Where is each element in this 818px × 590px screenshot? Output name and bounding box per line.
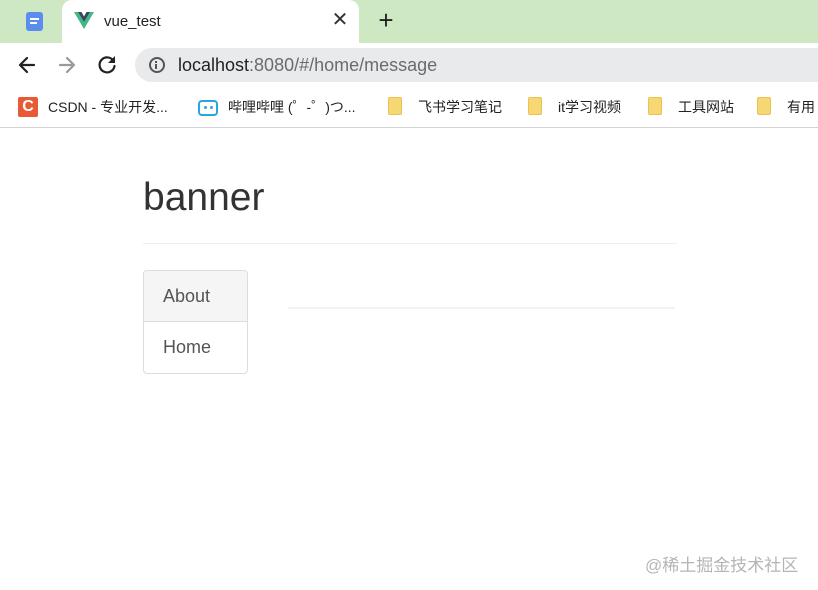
tab-docs[interactable] xyxy=(0,0,62,43)
arrow-right-icon xyxy=(58,56,76,74)
header-divider xyxy=(143,243,677,244)
bookmark-label: 有用 xyxy=(787,99,815,115)
bookmark-feishu-notes[interactable]: 飞书学习笔记 xyxy=(388,96,513,118)
bookmark-bilibili[interactable]: 哔哩哔哩 (゜-゜)つ... xyxy=(198,96,378,118)
page-header: banner xyxy=(143,176,265,219)
bookmark-label: 哔哩哔哩 (゜-゜)つ... xyxy=(228,99,356,115)
url-host: localhost xyxy=(178,55,250,75)
address-bar[interactable]: localhost:8080/#/home/message xyxy=(135,48,818,82)
back-button[interactable] xyxy=(14,52,40,78)
bookmarks-bar: C CSDN - 专业开发... 哔哩哔哩 (゜-゜)つ... 飞书学习笔记 i… xyxy=(0,88,818,126)
bookmark-csdn[interactable]: C CSDN - 专业开发... xyxy=(18,96,188,118)
bookmark-label: 飞书学习笔记 xyxy=(418,99,502,115)
reload-button[interactable] xyxy=(94,52,120,78)
reload-icon xyxy=(98,56,116,74)
bookmark-tools[interactable]: 工具网站 xyxy=(648,96,743,118)
nav-link-home[interactable]: Home xyxy=(144,322,247,373)
document-icon xyxy=(26,12,43,31)
folder-icon xyxy=(648,97,662,115)
nav-link-about[interactable]: About xyxy=(144,271,247,322)
info-icon[interactable] xyxy=(149,57,165,73)
nav-list: About Home xyxy=(143,270,248,374)
tab-strip: vue_test ✕ + xyxy=(0,0,818,43)
folder-icon xyxy=(757,97,771,115)
url-text[interactable]: localhost:8080/#/home/message xyxy=(178,55,437,76)
toolbar-divider xyxy=(0,127,818,128)
watermark: @稀土掘金技术社区 xyxy=(645,556,799,575)
tab-vue-test[interactable]: vue_test ✕ xyxy=(62,0,359,43)
new-tab-button[interactable]: + xyxy=(374,7,398,33)
forward-button[interactable] xyxy=(54,52,80,78)
folder-icon xyxy=(528,97,542,115)
folder-icon xyxy=(388,97,402,115)
csdn-icon: C xyxy=(18,97,38,117)
content-panel xyxy=(288,307,675,309)
browser-toolbar: localhost:8080/#/home/message xyxy=(0,43,818,88)
bookmark-it-videos[interactable]: it学习视频 xyxy=(528,96,633,118)
bilibili-icon xyxy=(198,100,218,116)
bookmark-label: CSDN - 专业开发... xyxy=(48,99,168,115)
vue-logo-icon xyxy=(74,12,94,29)
bookmark-useful[interactable]: 有用 xyxy=(757,96,818,118)
tab-title: vue_test xyxy=(104,13,161,30)
close-tab-icon[interactable]: ✕ xyxy=(330,10,350,30)
bookmark-label: it学习视频 xyxy=(558,99,621,115)
arrow-left-icon xyxy=(18,56,36,74)
url-path: :8080/#/home/message xyxy=(249,55,438,75)
bookmark-label: 工具网站 xyxy=(678,99,734,115)
